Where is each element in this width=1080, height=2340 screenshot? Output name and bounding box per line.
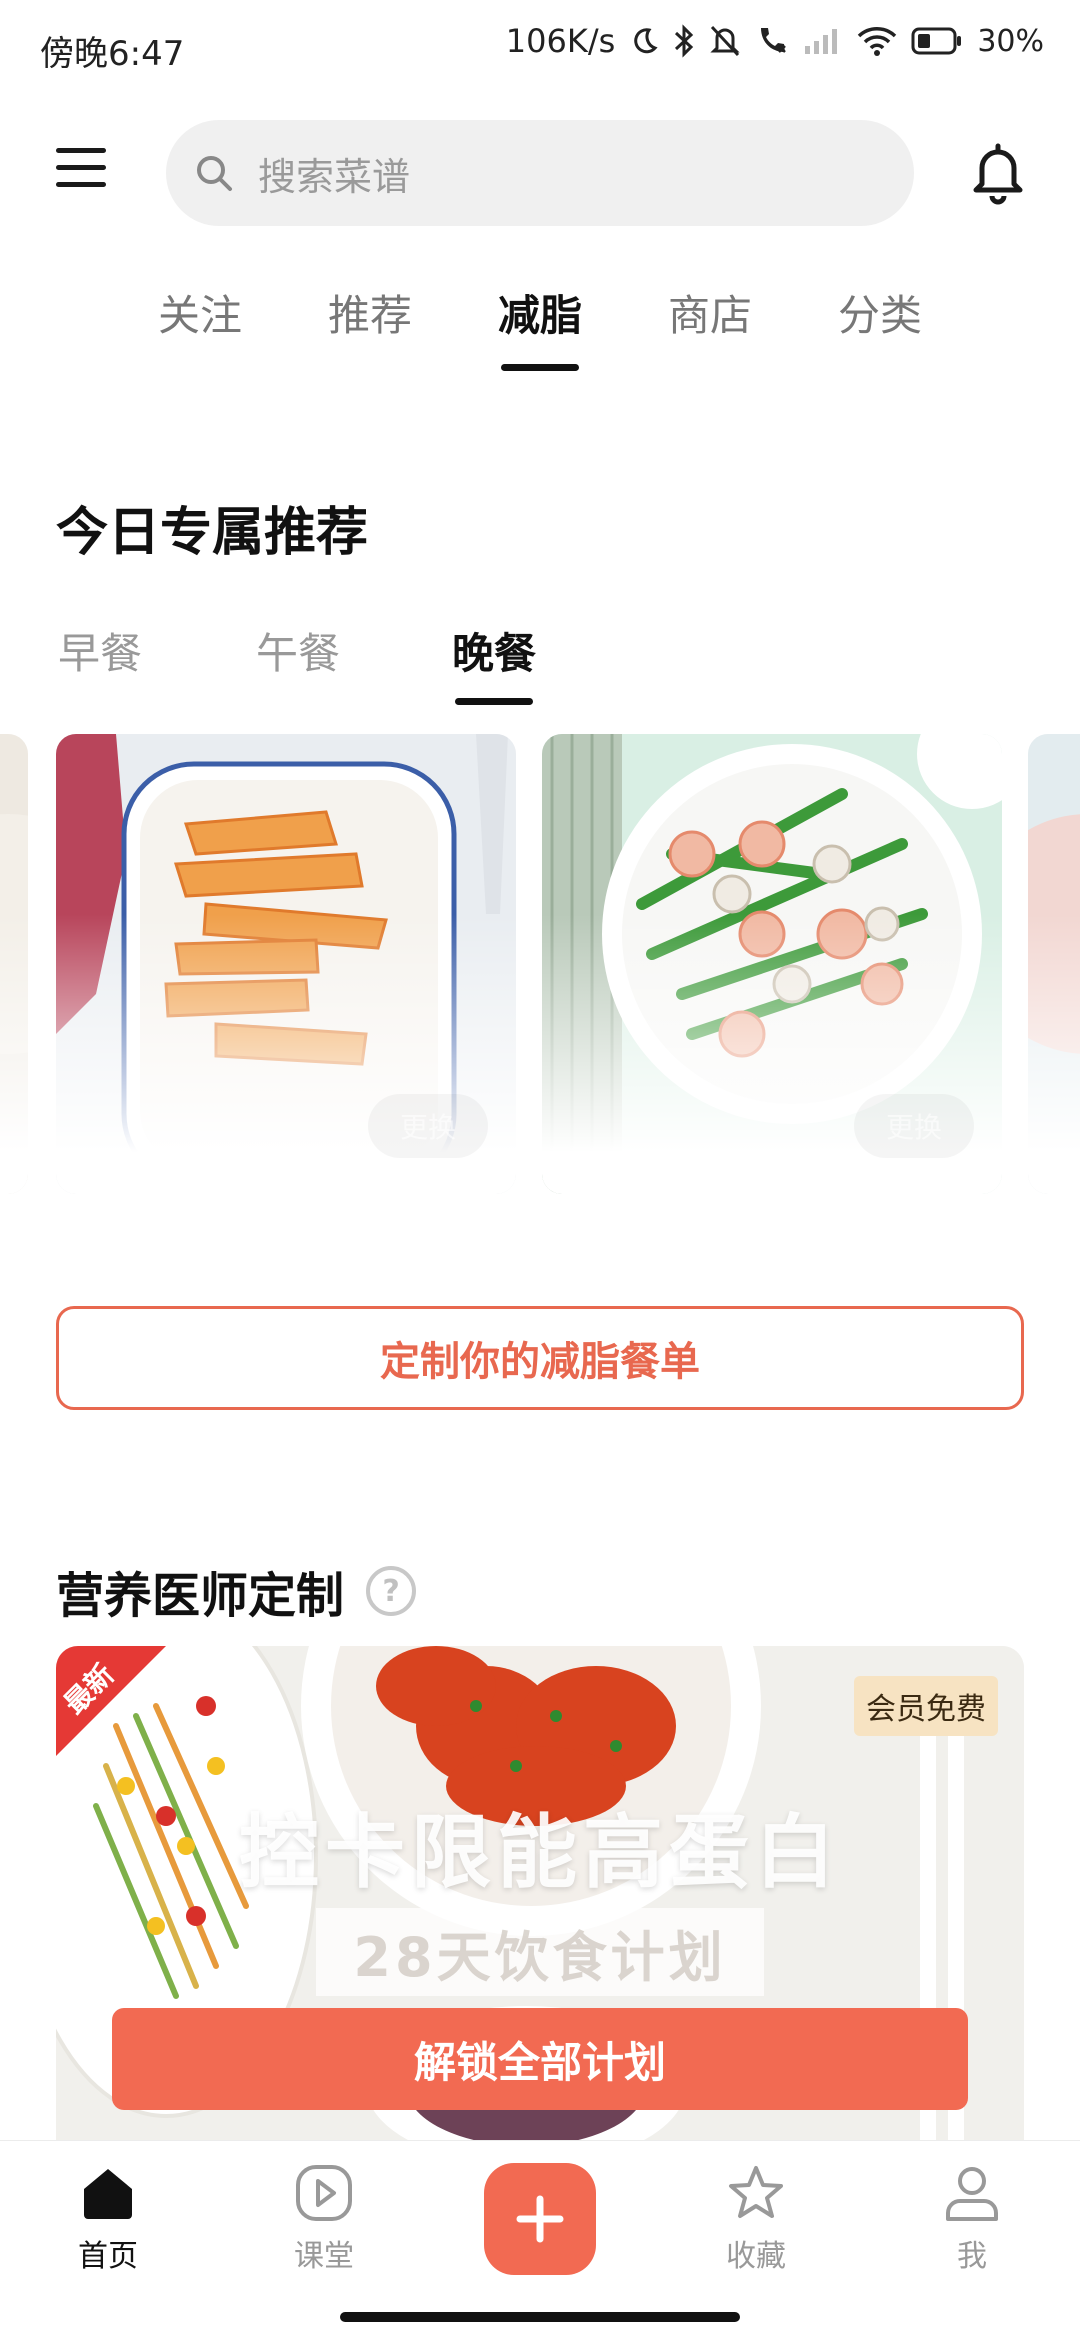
- member-free-badge: 会员免费: [854, 1676, 998, 1736]
- nav-classroom-label: 课堂: [294, 2239, 354, 2274]
- home-icon: [84, 2169, 132, 2219]
- tab-breakfast[interactable]: 早餐: [58, 620, 142, 681]
- main-tabs: 关注 推荐 减脂 商店 分类: [0, 282, 1080, 382]
- section-title-nutritionist: 营养医师定制 ?: [56, 1556, 417, 1626]
- nav-home-label: 首页: [78, 2239, 138, 2274]
- home-indicator[interactable]: [340, 2312, 740, 2322]
- notification-button[interactable]: [968, 140, 1028, 206]
- tab-active-indicator: [500, 364, 579, 371]
- bell-icon: [973, 143, 1023, 205]
- tab-lunch[interactable]: 午餐: [256, 620, 340, 681]
- status-time: 傍晚6:47: [40, 34, 185, 74]
- menu-icon: [56, 148, 106, 153]
- bluetooth-icon: [675, 24, 694, 58]
- wifi-icon: [858, 27, 897, 56]
- battery-percent: 30%: [977, 23, 1044, 59]
- tab-dinner-label: 晚餐: [451, 629, 537, 678]
- nav-favorites-label: 收藏: [726, 2239, 786, 2274]
- user-icon: [946, 2167, 998, 2221]
- meal-tab-active-indicator: [454, 698, 533, 705]
- tab-follow[interactable]: 关注: [158, 282, 242, 343]
- recipe-carousel[interactable]: 更换 更换: [0, 734, 1080, 1194]
- tab-fat-loss-label: 减脂: [497, 291, 583, 340]
- banner-headline: 控卡限能高蛋白: [239, 1806, 841, 1899]
- meal-tabs: 早餐 午餐 晚餐: [0, 620, 1080, 720]
- bottom-nav: 首页 课堂 收藏 我: [0, 2140, 1080, 2340]
- help-icon[interactable]: ?: [366, 1566, 417, 1616]
- call-icon: [761, 28, 787, 53]
- battery-icon: [911, 27, 962, 55]
- nutritionist-title: 营养医师定制: [56, 1568, 345, 1624]
- nav-favorites[interactable]: 收藏: [696, 2163, 816, 2275]
- meal-plan-banner[interactable]: 最新 会员免费 控卡限能高蛋白 28天饮食计划 解锁全部计划: [56, 1646, 1024, 2140]
- tab-fat-loss[interactable]: 减脂: [497, 282, 583, 371]
- network-speed: 106K/s: [505, 22, 616, 60]
- search-input[interactable]: 搜索菜谱: [166, 120, 914, 226]
- new-ribbon: 最新: [56, 1646, 166, 1756]
- tab-categories[interactable]: 分类: [838, 282, 922, 343]
- recipe-card-sweet-potato[interactable]: 更换: [56, 734, 516, 1194]
- star-icon: [729, 2166, 783, 2218]
- nav-profile-label: 我: [957, 2239, 987, 2274]
- recipe-card-shrimp-asparagus[interactable]: 更换: [542, 734, 1002, 1194]
- status-bar: 傍晚6:47 106K/s 30%: [0, 0, 1080, 100]
- add-button[interactable]: [484, 2163, 596, 2275]
- recipe-card-next[interactable]: [1028, 734, 1080, 1194]
- nav-home[interactable]: 首页: [48, 2163, 168, 2275]
- play-icon: [296, 2165, 352, 2221]
- tab-recommend[interactable]: 推荐: [328, 282, 412, 343]
- nav-profile[interactable]: 我: [912, 2163, 1032, 2275]
- section-title-recommend: 今日专属推荐: [56, 503, 369, 563]
- status-indicators: 106K/s 30%: [506, 22, 1044, 60]
- unlock-all-plans-button[interactable]: 解锁全部计划: [112, 2008, 968, 2110]
- customize-meal-plan-button[interactable]: 定制你的减脂餐单: [56, 1306, 1024, 1410]
- banner-subheadline: 28天饮食计划: [316, 1908, 764, 1996]
- signal-icon: [805, 29, 838, 54]
- tab-dinner[interactable]: 晚餐: [451, 620, 537, 705]
- menu-button[interactable]: [56, 148, 106, 192]
- plus-icon: [516, 2195, 564, 2243]
- swap-button[interactable]: 更换: [368, 1094, 488, 1158]
- recipe-card-previous[interactable]: [0, 734, 28, 1194]
- nav-classroom[interactable]: 课堂: [264, 2163, 384, 2275]
- moon-icon: [634, 28, 658, 54]
- search-icon: [197, 156, 232, 191]
- search-placeholder: 搜索菜谱: [258, 154, 411, 199]
- mute-bell-icon: [710, 25, 740, 57]
- swap-button[interactable]: 更换: [854, 1094, 974, 1158]
- tab-shop[interactable]: 商店: [668, 282, 752, 343]
